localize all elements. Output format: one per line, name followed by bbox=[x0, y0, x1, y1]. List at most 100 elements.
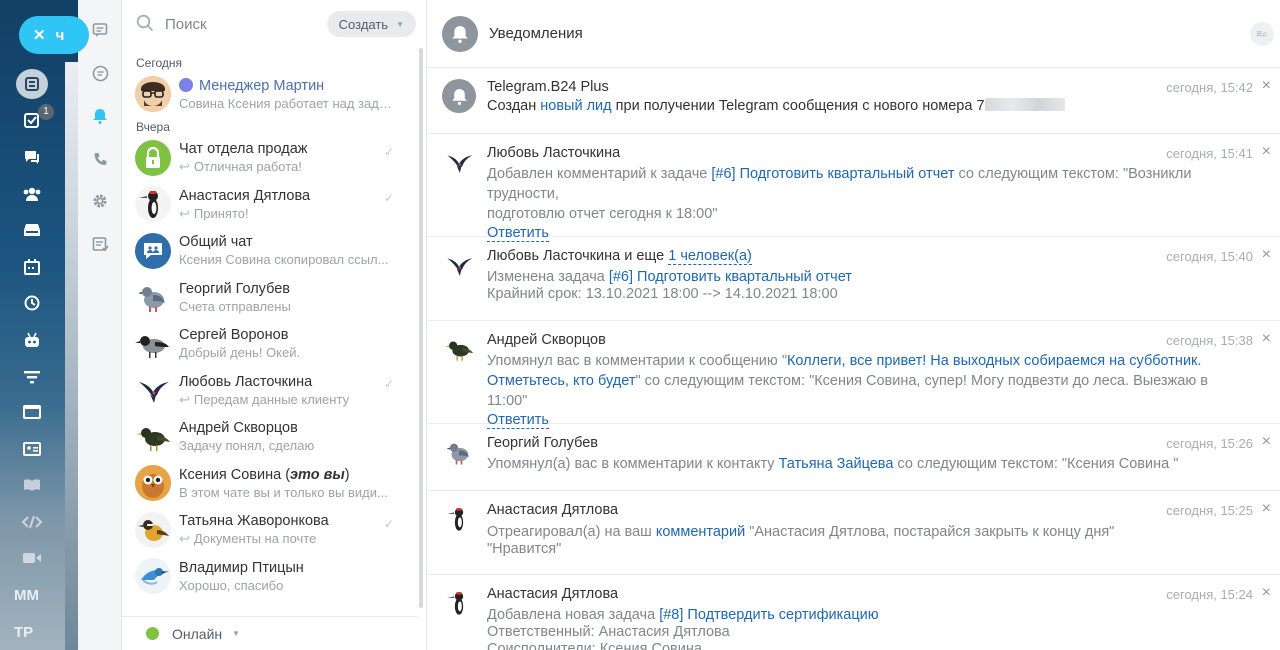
last-message: В этом чате вы и только вы види... bbox=[179, 484, 388, 500]
swallow-avatar bbox=[442, 145, 476, 179]
rail-feed-icon[interactable] bbox=[16, 69, 48, 99]
close-icon[interactable]: × bbox=[1262, 246, 1271, 264]
close-icon[interactable]: × bbox=[1262, 584, 1271, 602]
chats-icon[interactable] bbox=[88, 18, 112, 42]
create-chat-button[interactable]: Создать ▼ bbox=[326, 11, 416, 37]
rail-drive-icon[interactable] bbox=[16, 215, 48, 245]
rail-book-icon[interactable] bbox=[16, 470, 48, 500]
notification-text: Создан новый лид при получении Telegram … bbox=[487, 96, 1220, 116]
last-message: Совина Ксения работает над зада... bbox=[179, 95, 394, 111]
close-icon[interactable]: × bbox=[1262, 433, 1271, 451]
recent-item-kseniya-self[interactable]: Ксения Совина (это вы) В этом чате вы и … bbox=[122, 460, 426, 507]
chat-name: Любовь Ласточкина bbox=[179, 373, 313, 390]
last-message: Задачу понял, сделаю bbox=[179, 438, 315, 454]
contact-link[interactable]: Татьяна Зайцева bbox=[779, 456, 894, 472]
search-input[interactable] bbox=[165, 15, 325, 33]
chat-name: Общий чат bbox=[179, 234, 253, 251]
last-message: Счета отправлены bbox=[179, 298, 291, 314]
reply-arrow-icon: ↩ bbox=[179, 205, 190, 221]
last-message: ↩ Принято! bbox=[179, 205, 249, 221]
status-selector[interactable]: Онлайн ▼ bbox=[122, 616, 418, 650]
read-check-icon: ✓ bbox=[383, 144, 394, 159]
rail-robot-icon[interactable] bbox=[16, 325, 48, 355]
read-check-icon: ✓ bbox=[383, 191, 394, 205]
notification-item: Telegram.B24 Plus Создан новый лид при п… bbox=[428, 68, 1280, 134]
chat-name: Татьяна Жаворонкова bbox=[179, 513, 329, 530]
task-link[interactable]: [#6] Подготовить квартальный отчет bbox=[609, 269, 852, 285]
close-icon[interactable]: × bbox=[1262, 500, 1271, 518]
recent-item-vladimir[interactable]: Владимир Птицын Хорошо, спасибо bbox=[122, 553, 426, 600]
notification-sender: Андрей Скворцов bbox=[487, 332, 606, 348]
settings-gear-icon[interactable] bbox=[88, 189, 112, 213]
task-link[interactable]: [#6] Подготовить квартальный отчет bbox=[711, 166, 954, 182]
recent-list-scrollbar[interactable] bbox=[419, 48, 423, 608]
close-messenger-button[interactable]: ✕ ч bbox=[19, 16, 89, 54]
notification-sender: Анастасия Дятлова bbox=[487, 586, 619, 602]
lark-avatar bbox=[135, 511, 171, 548]
notification-text: Добавлена новая задача [#8] Подтвердить … bbox=[487, 607, 879, 650]
bot-icon bbox=[179, 77, 193, 92]
tasks-count-badge: 1 bbox=[38, 104, 54, 120]
rail-window-icon[interactable] bbox=[16, 397, 48, 427]
rail-filter-icon[interactable] bbox=[16, 362, 48, 392]
rail-label-mm[interactable]: ММ bbox=[14, 587, 39, 604]
left-rail: ✕ ч 1 ММ ТР bbox=[0, 0, 89, 650]
comment-link[interactable]: комментарий bbox=[656, 524, 745, 540]
rail-chat-icon[interactable] bbox=[16, 142, 48, 172]
notification-text: Добавлен комментарий к задаче [#6] Подго… bbox=[487, 166, 1192, 222]
rail-contact-card-icon[interactable] bbox=[16, 434, 48, 464]
recent-item-general-chat[interactable]: Общий чат Ксения Совина скопировал ссыл.… bbox=[122, 228, 426, 275]
chat-name: Чат отдела продаж bbox=[179, 141, 308, 158]
notification-time: сегодня, 15:41 bbox=[1166, 146, 1253, 161]
notification-time: сегодня, 15:40 bbox=[1166, 249, 1253, 264]
people-count-link[interactable]: 1 человек(а) bbox=[668, 248, 752, 265]
notification-text: Упомянул вас в комментарии к сообщению "… bbox=[487, 353, 1208, 409]
close-button-label: ч bbox=[55, 26, 65, 44]
search-filter-icon[interactable]: ≡⌕ bbox=[1250, 22, 1274, 46]
pigeon-avatar bbox=[135, 279, 171, 315]
close-icon[interactable]: × bbox=[1262, 77, 1271, 95]
recent-item-anastasia[interactable]: Анастасия Дятлова ↩ Принято! ✓ bbox=[122, 181, 426, 228]
openlines-icon[interactable] bbox=[88, 61, 112, 85]
message-link[interactable]: Коллеги, все привет! На выходных собирае… bbox=[787, 353, 1201, 369]
rail-video-icon[interactable] bbox=[16, 543, 48, 573]
rail-code-icon[interactable] bbox=[16, 507, 48, 537]
last-message: ↩ Отличная работа! bbox=[179, 159, 302, 175]
rail-label-tr[interactable]: ТР bbox=[14, 624, 33, 641]
recent-item-sales-chat[interactable]: Чат отдела продаж ↩ Отличная работа! ✓ bbox=[122, 135, 426, 182]
chat-name: Андрей Скворцов bbox=[179, 420, 298, 437]
notifications-bell-icon[interactable] bbox=[88, 104, 112, 128]
reply-arrow-icon: ↩ bbox=[179, 531, 190, 547]
notification-sender: Георгий Голубев bbox=[487, 435, 599, 451]
section-today-label: Сегодня bbox=[136, 56, 182, 70]
last-message: ↩ Передам данные клиенту bbox=[179, 391, 350, 407]
notification-time: сегодня, 15:26 bbox=[1166, 436, 1253, 451]
recent-item-manager-martin[interactable]: Менеджер Мартин Совина Ксения работает н… bbox=[122, 71, 426, 118]
recent-item-lyubov[interactable]: Любовь Ласточкина ↩ Передам данные клиент… bbox=[122, 367, 426, 414]
recent-item-georgy[interactable]: Георгий Голубев Счета отправлены bbox=[122, 274, 426, 321]
notification-item: Андрей Скворцов Упомянул вас в комментар… bbox=[428, 321, 1280, 429]
woodpecker-avatar bbox=[135, 186, 171, 223]
notification-sender: Любовь Ласточкина bbox=[487, 145, 621, 161]
lock-icon bbox=[135, 139, 171, 176]
recent-item-andrey[interactable]: Андрей Скворцов Задачу понял, сделаю bbox=[122, 414, 426, 461]
chat-name: Сергей Воронов bbox=[179, 327, 289, 344]
chat-name: Менеджер Мартин bbox=[179, 77, 394, 95]
close-icon[interactable]: × bbox=[1262, 330, 1271, 348]
notification-sender: Telegram.B24 Plus bbox=[487, 79, 609, 95]
message-link-continued[interactable]: Отметьтесь, кто будет bbox=[487, 373, 635, 389]
task-link[interactable]: [#8] Подтвердить сертификацию bbox=[659, 607, 878, 623]
tasks-list-icon[interactable] bbox=[88, 232, 112, 256]
new-lead-link[interactable]: новый лид bbox=[540, 98, 611, 114]
phone-icon[interactable] bbox=[88, 147, 112, 171]
chat-name: Ксения Совина (это вы) bbox=[179, 466, 350, 483]
rail-background-strip bbox=[65, 62, 78, 650]
notifications-panel: Уведомления ≡⌕ Telegram.B24 Plus Создан … bbox=[428, 0, 1280, 650]
rail-calendar-icon[interactable] bbox=[16, 252, 48, 282]
recent-item-tatyana[interactable]: Татьяна Жаворонкова ↩ Документы на почте … bbox=[122, 507, 426, 554]
close-icon[interactable]: × bbox=[1262, 143, 1271, 161]
rail-employees-icon[interactable] bbox=[16, 179, 48, 209]
rail-clock-icon[interactable] bbox=[16, 288, 48, 318]
recent-item-sergey[interactable]: Сергей Воронов Добрый день! Окей. bbox=[122, 321, 426, 368]
swallow-avatar bbox=[442, 248, 476, 282]
